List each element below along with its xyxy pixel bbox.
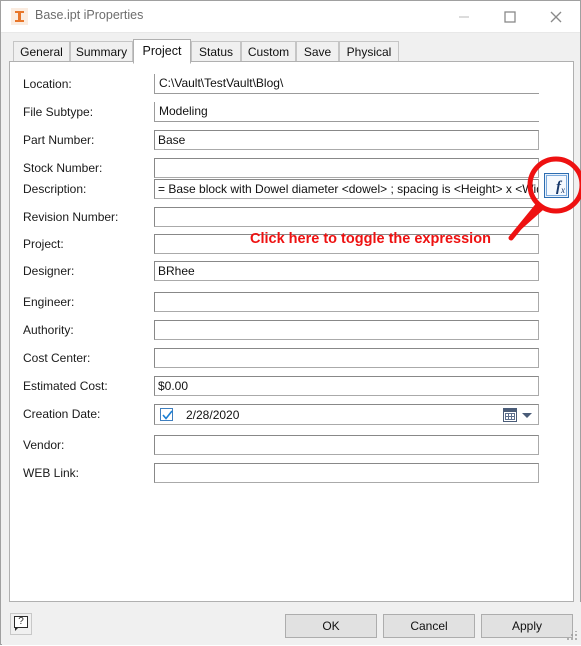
tab-general[interactable]: General [13,41,70,62]
checkmark-icon [162,410,173,420]
input-location[interactable]: C:\Vault\TestVault\Blog\ [154,74,539,94]
field-row-cost-center: Cost Center: [10,348,573,370]
close-icon[interactable] [533,1,579,32]
field-row-stock-number: Stock Number: [10,158,573,180]
tab-status[interactable]: Status [191,41,241,62]
title-bar: Base.ipt iProperties [1,1,580,33]
annotation-label: Click here to toggle the expression [250,231,491,247]
field-row-creation-date: Creation Date: 2/28/2020 [10,404,573,426]
input-file-subtype[interactable]: Modeling [154,102,539,122]
cancel-button[interactable]: Cancel [383,614,475,638]
input-part-number[interactable]: Base [154,130,539,150]
input-engineer[interactable] [154,292,539,312]
creation-date-checkbox[interactable] [160,408,173,421]
field-row-estimated-cost: Estimated Cost: $0.00 [10,376,573,398]
label-engineer: Engineer: [23,295,75,309]
label-web-link: WEB Link: [23,466,80,480]
label-cost-center: Cost Center: [23,351,91,365]
tab-project[interactable]: Project [133,39,191,64]
label-estimated-cost: Estimated Cost: [23,379,108,393]
field-row-web-link: WEB Link: [10,463,573,485]
field-row-authority: Authority: [10,320,573,342]
input-estimated-cost[interactable]: $0.00 [154,376,539,396]
input-web-link[interactable] [154,463,539,483]
input-description[interactable]: = Base block with Dowel diameter <dowel>… [154,179,539,199]
input-cost-center[interactable] [154,348,539,368]
input-authority[interactable] [154,320,539,340]
field-row-revision-number: Revision Number: [10,207,573,229]
project-tab-panel: Location: C:\Vault\TestVault\Blog\ File Su… [9,61,574,602]
input-revision-number[interactable] [154,207,539,227]
resize-grip[interactable] [566,631,577,642]
fx-glyph-f: f [556,179,561,195]
calendar-glyph [503,408,517,422]
creation-date-field[interactable]: 2/28/2020 [154,404,539,425]
window-title: Base.ipt iProperties [35,8,144,22]
apply-button[interactable]: Apply [481,614,573,638]
fx-glyph-x: x [561,185,565,195]
field-row-location: Location: C:\Vault\TestVault\Blog\ [10,74,573,96]
minimize-icon[interactable] [441,1,487,32]
tab-physical[interactable]: Physical [339,41,399,62]
maximize-icon[interactable] [487,1,533,32]
field-row-description: Description: = Base block with Dowel diam… [10,179,573,201]
label-file-subtype: File Subtype: [23,105,94,119]
help-question-mark: ? [18,616,24,627]
tab-strip: General Summary Project Status Custom Save Phy… [9,39,574,64]
field-row-engineer: Engineer: [10,292,573,314]
tab-summary[interactable]: Summary [70,41,133,62]
label-creation-date: Creation Date: [23,407,101,421]
creation-date-value: 2/28/2020 [186,408,240,422]
iproperties-dialog: Base.ipt iProperties General Summary Proje… [0,0,581,645]
fx-icon: f x [546,175,567,196]
label-description: Description: [23,182,87,196]
label-location: Location: [23,77,72,91]
tab-save[interactable]: Save [296,41,339,62]
label-part-number: Part Number: [23,133,95,147]
input-vendor[interactable] [154,435,539,455]
ok-button[interactable]: OK [285,614,377,638]
inventor-part-icon [11,8,28,25]
input-stock-number[interactable] [154,158,539,178]
label-authority: Authority: [23,323,74,337]
calendar-icon[interactable] [503,407,535,423]
label-designer: Designer: [23,264,75,278]
input-designer[interactable]: BRhee [154,261,539,281]
field-row-file-subtype: File Subtype: Modeling [10,102,573,124]
label-revision-number: Revision Number: [23,210,119,224]
label-project: Project: [23,237,64,251]
field-row-part-number: Part Number: Base [10,130,573,152]
chevron-down-icon[interactable] [522,413,532,418]
help-button[interactable]: ? [10,613,32,635]
expression-toggle-button[interactable]: f x [544,173,569,198]
label-stock-number: Stock Number: [23,161,103,175]
tab-custom[interactable]: Custom [241,41,296,62]
field-row-vendor: Vendor: [10,435,573,457]
label-vendor: Vendor: [23,438,65,452]
field-row-designer: Designer: BRhee [10,261,573,283]
